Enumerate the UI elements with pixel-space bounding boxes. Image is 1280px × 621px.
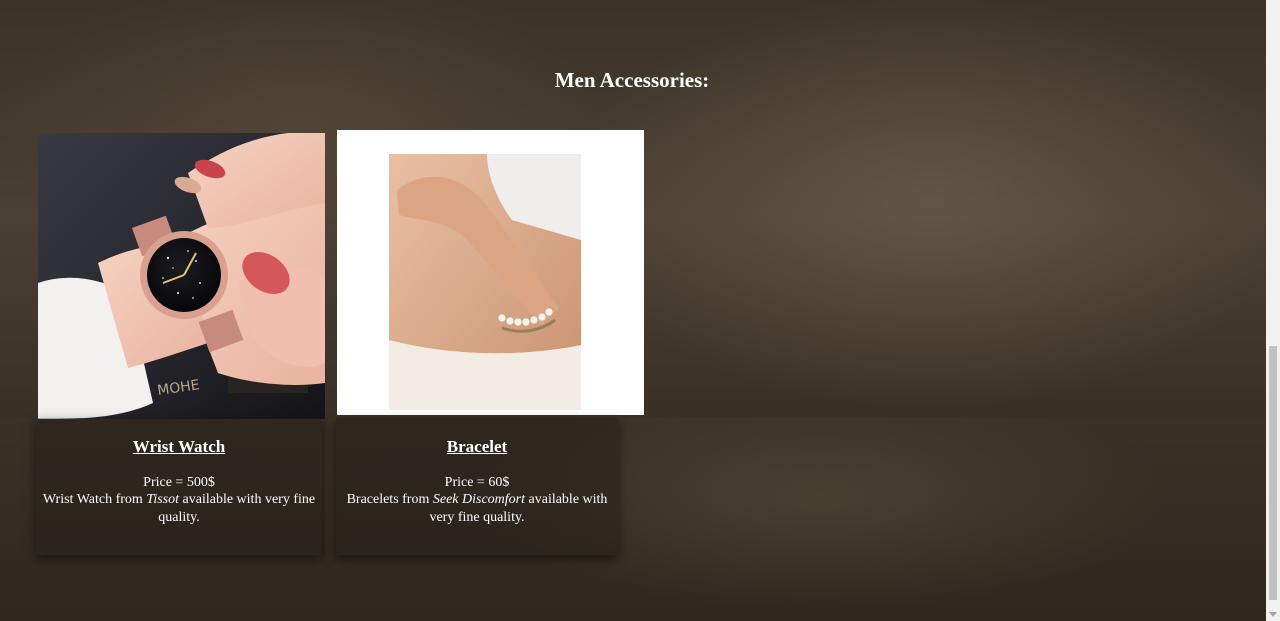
description-text: Wrist Watch from: [42, 492, 147, 507]
scroll-down-arrow-icon[interactable]: [1269, 612, 1277, 617]
description-text: Bracelets from: [346, 492, 433, 507]
product-title-link[interactable]: Bracelet: [336, 437, 618, 457]
product-description: Bracelets from Seek Discomfort available…: [336, 491, 618, 527]
product-card-wrist-watch: Wrist Watch Price = 500$ Wrist Watch fro…: [36, 418, 322, 555]
bracelet-image[interactable]: [337, 130, 644, 415]
brand-name: Tissot: [146, 492, 180, 507]
section-heading: Men Accessories:: [554, 68, 710, 92]
wrist-watch-image[interactable]: MOHE: [38, 133, 325, 419]
product-price: Price = 500$: [143, 475, 215, 490]
brand-name: Seek Discomfort: [432, 492, 526, 507]
description-text: available with very fine quality.: [158, 492, 316, 525]
scrollbar-thumb[interactable]: [1269, 346, 1277, 600]
bracelet-photo: [337, 130, 644, 415]
wrist-watch-photo: MOHE: [38, 133, 325, 419]
vertical-scrollbar[interactable]: [1266, 0, 1280, 621]
product-price: Price = 60$: [444, 475, 510, 490]
product-card-bracelet: Bracelet Price = 60$ Bracelets from Seek…: [336, 418, 618, 555]
product-description: Wrist Watch from Tissot available with v…: [36, 491, 322, 527]
product-title-link[interactable]: Wrist Watch: [36, 437, 322, 457]
